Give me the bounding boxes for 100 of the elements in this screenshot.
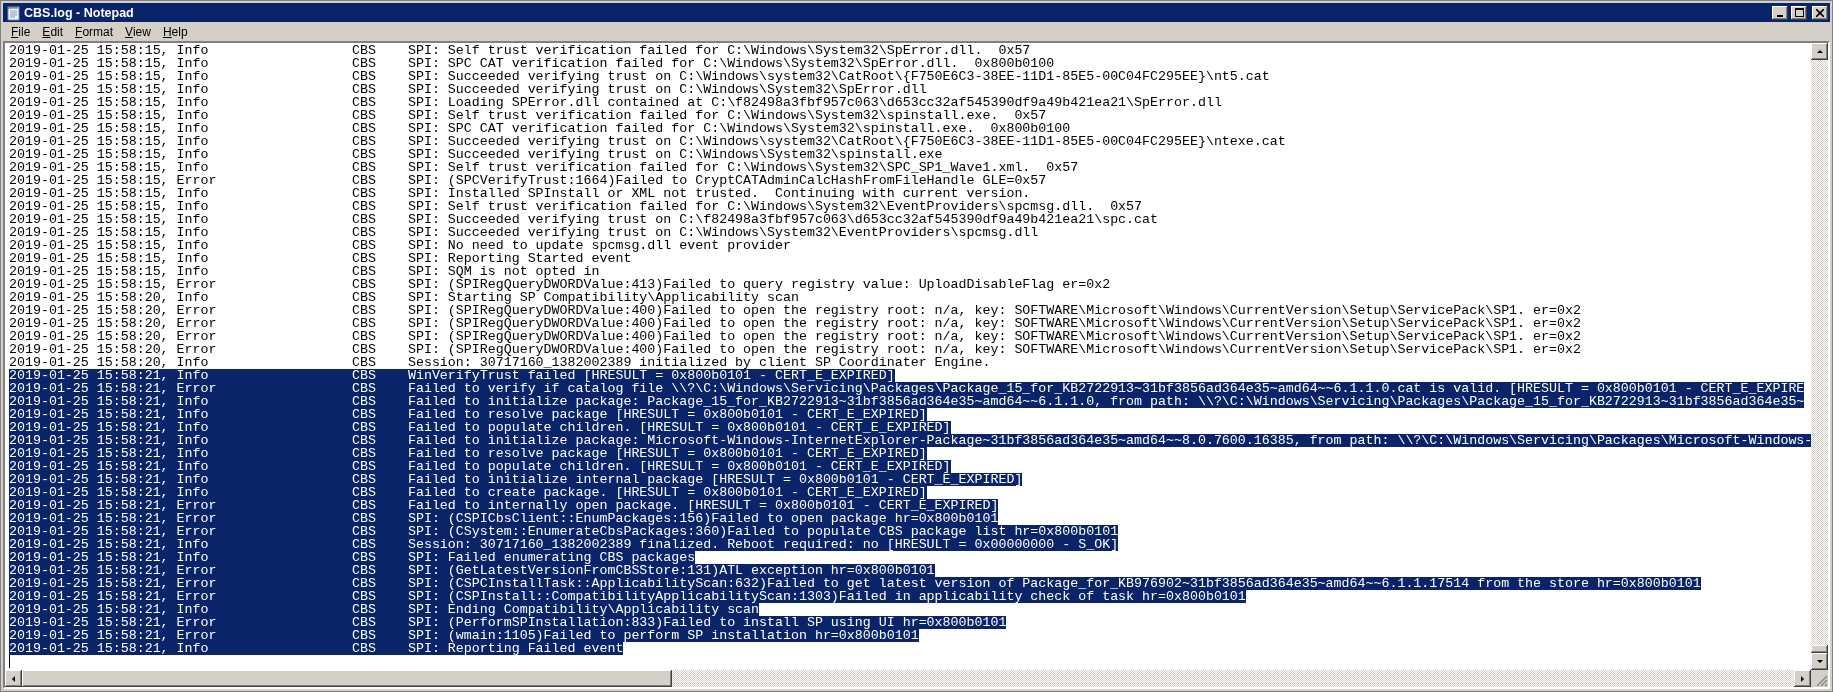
- timestamp: 2019-01-25 15:58:15,: [9, 213, 170, 226]
- log-source: CBS: [352, 486, 378, 499]
- log-message: SPI: Self trust verification failed for C:\Windows\System32\spinstall.exe. 0x57: [407, 109, 1047, 122]
- timestamp: 2019-01-25 15:58:21,: [9, 564, 170, 577]
- log-source: CBS: [352, 590, 378, 603]
- timestamp: 2019-01-25 15:58:21,: [9, 603, 170, 616]
- log-level: Error: [176, 499, 218, 512]
- log-source: CBS: [352, 122, 378, 135]
- log-source: CBS: [352, 83, 378, 96]
- log-source: CBS: [352, 278, 378, 291]
- log-message: SPI: Self trust verification failed for C:\Windows\System32\SPC_SP1_Wave1.xml. 0x57: [407, 161, 1079, 174]
- horizontal-scrollbar[interactable]: [5, 670, 1811, 687]
- log-level: Info: [176, 122, 210, 135]
- timestamp: 2019-01-25 15:58:21,: [9, 447, 170, 460]
- log-message: SPI: Succeeded verifying trust on C:\Windows\System32\SpError.dll: [407, 83, 927, 96]
- log-source: CBS: [352, 148, 378, 161]
- menu-item[interactable]: Edit: [36, 23, 70, 40]
- timestamp: 2019-01-25 15:58:21,: [9, 538, 170, 551]
- close-button[interactable]: [1812, 5, 1828, 20]
- minimize-button[interactable]: [1772, 5, 1788, 20]
- log-source: CBS: [352, 473, 378, 486]
- timestamp: 2019-01-25 15:58:21,: [9, 473, 170, 486]
- log-message: SPI: (CSPICbsClient::EnumPackages:156)Failed to open package hr=0x800b0101: [407, 512, 999, 525]
- log-message: SPI: (SPIRegQueryDWORDValue:413)Failed to query registry value: UploadDisableFlag er=0x2: [407, 278, 1111, 291]
- log-message: SPI: (SPIRegQueryDWORDValue:400)Failed to open the registry root: n/a, key: SOFTWARE\Microsoft\Windows\CurrentVersion\Setup\ServicePack\SP1. er=0x2: [407, 317, 1581, 330]
- menu-item[interactable]: View: [119, 23, 157, 40]
- log-level: Info: [176, 57, 210, 70]
- log-message: SPI: (PerformSPInstallation:833)Failed to install SP using UI hr=0x800b0101: [407, 616, 1007, 629]
- log-source: CBS: [352, 304, 378, 317]
- timestamp: 2019-01-25 15:58:21,: [9, 434, 170, 447]
- log-source: CBS: [352, 213, 378, 226]
- timestamp: 2019-01-25 15:58:21,: [9, 499, 170, 512]
- log-source: CBS: [352, 382, 378, 395]
- log-level: Info: [176, 109, 210, 122]
- log-level: Info: [176, 213, 210, 226]
- log-level: Info: [176, 200, 210, 213]
- log-message: SPI: Reporting Started event: [407, 252, 632, 265]
- log-message: SPI: Succeeded verifying trust on C:\Windows\system32\CatRoot\{F750E6C3-38EE-11D1-85E5-00C04FC295EE}\ntexe.cat: [407, 135, 1286, 148]
- scroll-down-button[interactable]: [1811, 653, 1828, 670]
- scroll-thumb[interactable]: [1811, 645, 1828, 653]
- log-message: SPI: (CSPCInstallTask::ApplicabilityScan:632)Failed to get latest version of Package_for_KB976902~31bf3856ad364e35~amd64~~6.1.1.17514 from the store hr=0x800b0101: [407, 577, 1701, 590]
- timestamp: 2019-01-25 15:58:15,: [9, 57, 170, 70]
- timestamp: 2019-01-25 15:58:21,: [9, 616, 170, 629]
- maximize-button[interactable]: [1791, 5, 1807, 20]
- log-source: CBS: [352, 460, 378, 473]
- log-level: Error: [176, 512, 218, 525]
- timestamp: 2019-01-25 15:58:15,: [9, 252, 170, 265]
- timestamp: 2019-01-25 15:58:21,: [9, 486, 170, 499]
- log-message: SPI: Reporting Failed event: [407, 642, 624, 655]
- log-level: Error: [176, 330, 218, 343]
- log-source: CBS: [352, 356, 378, 369]
- vertical-scrollbar[interactable]: [1811, 43, 1828, 670]
- log-message: SPI: Self trust verification failed for C:\Windows\System32\SpError.dll. 0x57: [407, 44, 1031, 57]
- log-level: Info: [176, 356, 210, 369]
- log-message: SPI: Succeeded verifying trust on C:\f82498a3fbf957c063\d653cc32af545390df9a49b421ea21\spc.cat: [407, 213, 1159, 226]
- log-level: Error: [176, 317, 218, 330]
- log-level: Error: [176, 616, 218, 629]
- log-message: SPI: Ending Compatibility\Applicability scan: [407, 603, 760, 616]
- size-grip-icon[interactable]: [1816, 675, 1828, 687]
- log-source: CBS: [352, 330, 378, 343]
- log-message: SPI: (GetLatestVersionFromCBSStore:131)ATL exception hr=0x800b0101: [407, 564, 935, 577]
- log-level: Info: [176, 96, 210, 109]
- scroll-up-button[interactable]: [1811, 43, 1828, 60]
- timestamp: 2019-01-25 15:58:21,: [9, 369, 170, 382]
- timestamp: 2019-01-25 15:58:21,: [9, 512, 170, 525]
- log-level: Info: [176, 369, 210, 382]
- log-level: Error: [176, 525, 218, 538]
- log-source: CBS: [352, 369, 378, 382]
- log-message: Failed to internally open package. [HRESULT = 0x800b0101 - CERT_E_EXPIRED]: [407, 499, 999, 512]
- log-message: Failed to resolve package [HRESULT = 0x800b0101 - CERT_E_EXPIRED]: [407, 447, 927, 460]
- log-source: CBS: [352, 421, 378, 434]
- down-arrow-icon: [1815, 657, 1824, 666]
- log-level: Info: [176, 408, 210, 421]
- timestamp: 2019-01-25 15:58:20,: [9, 291, 170, 304]
- scroll-right-button[interactable]: [1794, 670, 1811, 687]
- log-level: Info: [176, 473, 210, 486]
- scroll-left-button[interactable]: [5, 670, 22, 687]
- log-message: SPI: Self trust verification failed for C:\Windows\System32\EventProviders\spcmsg.dll. 0x57: [407, 200, 1143, 213]
- log-level: Info: [176, 486, 210, 499]
- timestamp: 2019-01-25 15:58:15,: [9, 200, 170, 213]
- log-message: SPI: SQM is not opted in: [407, 265, 600, 278]
- timestamp: 2019-01-25 15:58:20,: [9, 304, 170, 317]
- menu-item[interactable]: File: [5, 23, 37, 40]
- timestamp: 2019-01-25 15:58:15,: [9, 239, 170, 252]
- log-message: SPI: (SPIRegQueryDWORDValue:400)Failed to open the registry root: n/a, key: SOFTWARE\Microsoft\Windows\CurrentVersion\Setup\ServicePack\SP1. er=0x2: [407, 343, 1581, 356]
- timestamp: 2019-01-25 15:58:15,: [9, 96, 170, 109]
- log-source: CBS: [352, 70, 378, 83]
- timestamp: 2019-01-25 15:58:21,: [9, 629, 170, 642]
- log-message: SPI: Installed SPInstall or XML not trusted. Continuing with current version.: [407, 187, 1031, 200]
- log-message: SPI: Succeeded verifying trust on C:\Windows\system32\CatRoot\{F750E6C3-38EE-11D1-85E5-00C04FC295EE}\nt5.cat: [407, 70, 1270, 83]
- log-message: SPI: Starting SP Compatibility\Applicability scan: [407, 291, 799, 304]
- log-level: Info: [176, 551, 210, 564]
- menu-item[interactable]: Help: [156, 23, 194, 40]
- log-level: Error: [176, 343, 218, 356]
- log-message: SPI: No need to update spcmsg.dll event provider: [407, 239, 791, 252]
- menu-item[interactable]: Format: [69, 23, 120, 40]
- log-message: WinVerifyTrust failed [HRESULT = 0x800b0101 - CERT_E_EXPIRED]: [407, 369, 895, 382]
- log-source: CBS: [352, 629, 378, 642]
- scroll-thumb[interactable]: [22, 670, 672, 687]
- up-arrow-icon: [1815, 47, 1824, 56]
